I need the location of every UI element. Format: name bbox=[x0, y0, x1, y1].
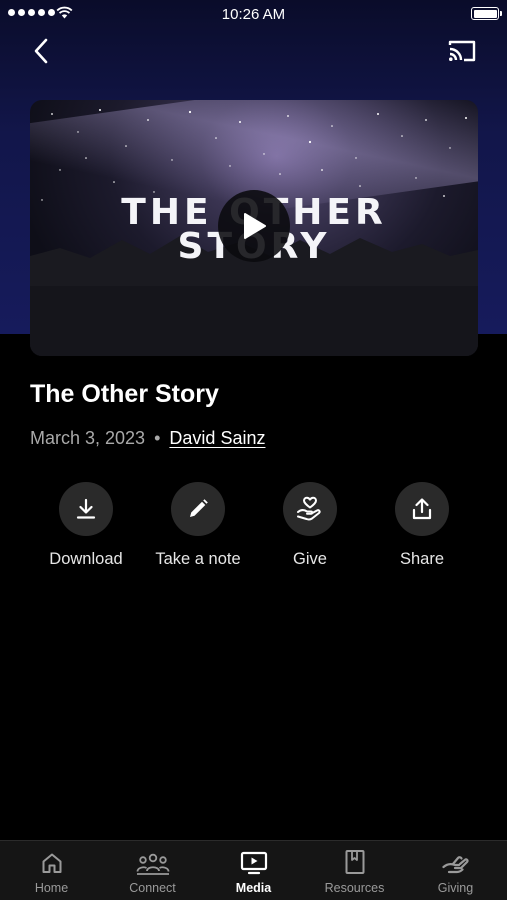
tab-resources-label: Resources bbox=[324, 881, 385, 895]
give-label: Give bbox=[293, 550, 327, 568]
speaker-link[interactable]: David Sainz bbox=[169, 428, 265, 448]
tab-home-label: Home bbox=[34, 881, 69, 895]
book-icon bbox=[345, 850, 364, 874]
home-icon bbox=[42, 853, 61, 873]
download-button[interactable]: Download bbox=[26, 482, 146, 569]
tab-media[interactable]: Media bbox=[203, 841, 304, 900]
sermon-meta: March 3, 2023 • David Sainz bbox=[30, 428, 265, 449]
tab-connect[interactable]: Connect bbox=[102, 841, 203, 900]
people-icon bbox=[136, 853, 169, 875]
battery-icon bbox=[471, 7, 502, 20]
download-label: Download bbox=[49, 550, 123, 568]
status-bar: 10:26 AM bbox=[0, 0, 507, 28]
sermon-title: The Other Story bbox=[30, 380, 219, 408]
sermon-date: March 3, 2023 bbox=[30, 428, 146, 448]
tab-media-label: Media bbox=[235, 881, 272, 895]
tab-connect-label: Connect bbox=[129, 881, 176, 895]
tab-home[interactable]: Home bbox=[1, 841, 102, 900]
share-button[interactable]: Share bbox=[362, 482, 482, 569]
play-button[interactable] bbox=[218, 190, 290, 262]
tab-resources[interactable]: Resources bbox=[304, 841, 405, 900]
cast-button[interactable] bbox=[445, 36, 479, 66]
share-icon bbox=[412, 498, 432, 520]
chevron-left-icon bbox=[34, 38, 48, 64]
pencil-icon bbox=[190, 499, 208, 517]
take-note-label: Take a note bbox=[155, 550, 241, 568]
take-note-button[interactable]: Take a note bbox=[138, 482, 258, 569]
tab-giving[interactable]: Giving bbox=[405, 841, 506, 900]
heart-hand-icon bbox=[297, 496, 321, 521]
tab-giving-label: Giving bbox=[437, 881, 474, 895]
giving-hand-icon bbox=[441, 856, 469, 874]
meta-separator: • bbox=[154, 428, 161, 448]
tv-play-icon bbox=[240, 851, 267, 875]
status-time: 10:26 AM bbox=[221, 6, 286, 23]
video-player[interactable]: THE OTHER STORY bbox=[30, 100, 478, 356]
give-button[interactable]: Give bbox=[250, 482, 370, 569]
share-label: Share bbox=[399, 550, 445, 568]
back-button[interactable] bbox=[26, 36, 56, 66]
download-icon bbox=[76, 498, 96, 519]
cast-icon bbox=[448, 40, 476, 62]
play-icon bbox=[244, 213, 266, 239]
tab-bar: Home Connect Media Resources Giving bbox=[0, 840, 507, 900]
